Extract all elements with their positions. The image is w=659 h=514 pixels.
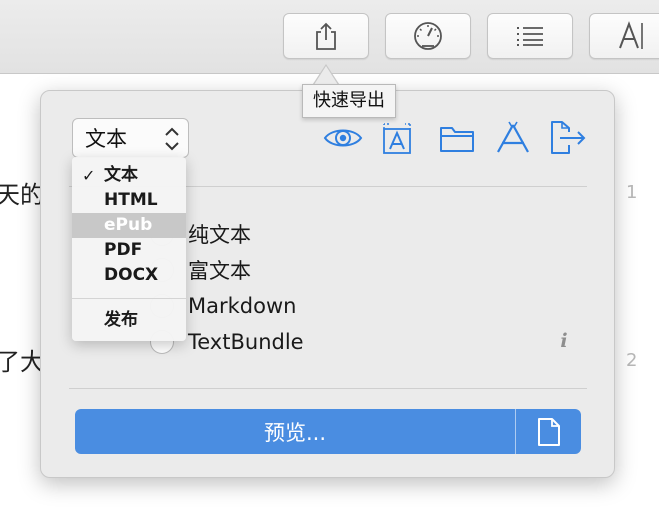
share-icon — [316, 22, 336, 50]
menu-item-publish[interactable]: 发布 — [72, 308, 186, 333]
divider-bottom — [69, 388, 587, 389]
menu-item-docx[interactable]: DOCX — [72, 263, 186, 288]
text-option-label: 纯文本 — [188, 223, 251, 247]
format-dropdown-menu: ✓ 文本 HTML ePub PDF DOCX 发布 — [72, 157, 186, 341]
folder-icon — [440, 127, 474, 152]
menu-item-label: ePub — [104, 215, 153, 235]
text-box-icon — [383, 123, 411, 154]
info-icon[interactable]: i — [555, 330, 573, 354]
menu-item-html[interactable]: HTML — [72, 188, 186, 213]
statistics-button[interactable] — [385, 13, 471, 59]
menu-item-label: 发布 — [104, 310, 138, 330]
menu-item-label: PDF — [104, 240, 143, 260]
line-number-1: 1 — [626, 182, 638, 203]
document-icon — [537, 417, 560, 446]
preview-document-button[interactable] — [516, 409, 581, 454]
toolbar — [0, 0, 659, 74]
tooltip: 快速导出 — [302, 84, 396, 118]
menu-item-label: DOCX — [104, 265, 159, 285]
menu-item-label: HTML — [104, 190, 158, 210]
menu-item-label: 文本 — [104, 165, 138, 185]
text-option-label: Markdown — [188, 294, 297, 318]
share-export-button[interactable] — [283, 13, 369, 59]
text-box-button[interactable] — [378, 118, 418, 158]
export-file-button[interactable] — [548, 118, 588, 158]
export-action-icons — [0, 118, 659, 158]
gauge-icon — [414, 22, 442, 50]
save-folder-button[interactable] — [437, 118, 477, 158]
outline-button[interactable] — [487, 13, 573, 59]
text-option-label: TextBundle — [188, 330, 304, 354]
preview-eye-button[interactable] — [323, 118, 363, 158]
document-text-line-2: 了大 — [0, 348, 44, 376]
checkmark-icon: ✓ — [82, 166, 96, 185]
menu-item-epub[interactable]: ePub — [72, 213, 186, 238]
publish-app-store-button[interactable] — [493, 118, 533, 158]
text-option-label: 富文本 — [188, 259, 251, 283]
eye-icon — [323, 129, 363, 147]
menu-separator — [72, 298, 186, 299]
menu-item-text[interactable]: ✓ 文本 — [72, 163, 186, 188]
menu-item-pdf[interactable]: PDF — [72, 238, 186, 263]
export-icon — [551, 121, 586, 154]
typography-button[interactable] — [589, 13, 659, 59]
list-icon — [517, 27, 543, 46]
document-text-line-1: 天的 — [0, 181, 44, 209]
preview-button[interactable]: 预览... — [75, 409, 516, 454]
preview-button-group: 预览... — [75, 409, 581, 454]
app-store-icon — [497, 121, 529, 153]
text-cursor-icon — [619, 21, 643, 49]
line-number-2: 2 — [626, 350, 638, 371]
